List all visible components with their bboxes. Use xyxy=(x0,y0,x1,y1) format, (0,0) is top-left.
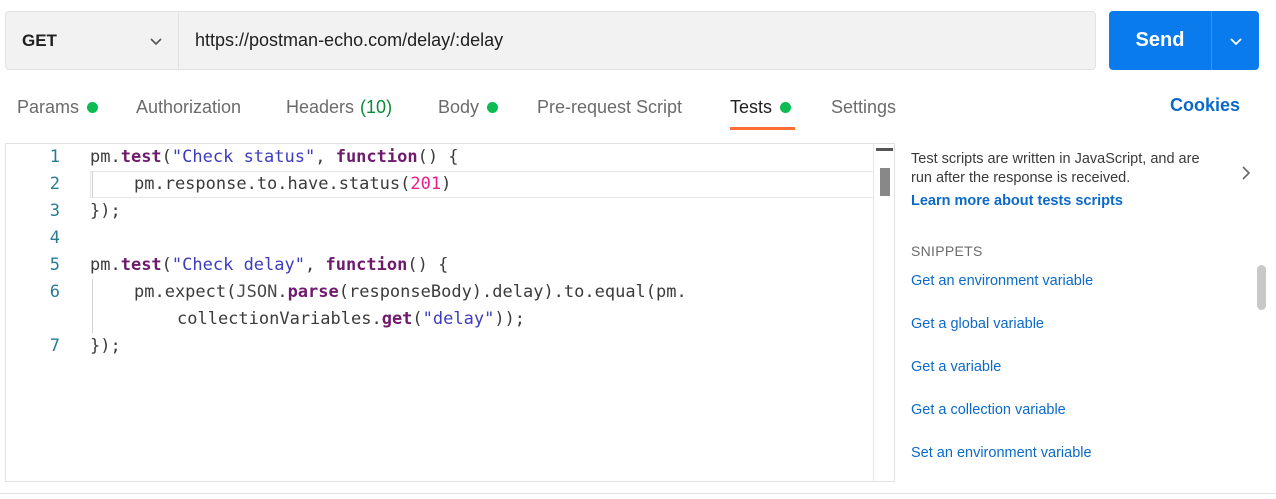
code-line-3: }); xyxy=(90,201,121,221)
status-dot xyxy=(487,101,499,113)
learn-more-link[interactable]: Learn more about tests scripts xyxy=(911,193,1123,209)
code-line-6: pm.expect(JSON.parse(responseBody).delay… xyxy=(134,279,687,306)
code-token: ( xyxy=(161,255,172,275)
status-dot xyxy=(780,101,792,113)
code-token: test xyxy=(120,255,162,275)
tab-pre-request-script[interactable]: Pre-request Script xyxy=(537,95,682,119)
send-options-button[interactable] xyxy=(1212,11,1259,70)
code-line-7: }); xyxy=(90,336,121,356)
code-token: . xyxy=(277,282,288,302)
code-token: pm.expect( xyxy=(134,282,237,302)
active-tab-indicator xyxy=(730,127,795,130)
status-dot xyxy=(87,101,99,113)
code-token: pm. xyxy=(90,147,121,167)
code-token: ( xyxy=(161,147,172,167)
code-token: "delay" xyxy=(422,309,495,329)
tab-params[interactable]: Params xyxy=(17,95,99,119)
code-token: "Check delay" xyxy=(171,255,305,275)
tab-label: Headers xyxy=(286,96,355,117)
send-button-group: Send xyxy=(1109,11,1259,70)
tab-label: Body xyxy=(438,96,480,117)
snippets-heading: SNIPPETS xyxy=(911,243,983,259)
indent-guide xyxy=(92,279,93,333)
snippets-scrollbar[interactable] xyxy=(1255,143,1268,482)
tab-label: Tests xyxy=(730,96,773,117)
code-token: pm. xyxy=(90,255,121,275)
code-token: test xyxy=(120,147,162,167)
code-line-1: pm.test("Check status", function() { xyxy=(90,144,459,171)
chevron-down-icon xyxy=(1229,37,1242,45)
send-button[interactable]: Send xyxy=(1109,11,1211,70)
snippet-item[interactable]: Get an environment variable xyxy=(911,273,1093,289)
url-input[interactable]: https://postman-echo.com/delay/:delay xyxy=(195,12,503,69)
chevron-down-icon xyxy=(150,38,162,46)
snippet-item[interactable]: Get a variable xyxy=(911,359,1001,375)
tab-body[interactable]: Body xyxy=(438,95,499,119)
headers-count: (10) xyxy=(360,96,393,117)
tab-authorization[interactable]: Authorization xyxy=(136,95,241,119)
tab-settings[interactable]: Settings xyxy=(831,95,896,119)
code-token: ( xyxy=(412,309,423,329)
chevron-right-icon[interactable] xyxy=(1239,165,1253,181)
tab-label: Pre-request Script xyxy=(537,96,683,117)
code-token: , xyxy=(315,147,336,167)
code-token: () { xyxy=(417,147,459,167)
method-dropdown[interactable]: GET xyxy=(6,12,179,69)
code-token: function xyxy=(335,147,418,167)
line-number: 7 xyxy=(49,336,60,356)
help-text: Test scripts are written in JavaScript, … xyxy=(911,151,1200,186)
code-line-5: pm.test("Check delay", function() { xyxy=(90,252,448,279)
line-number: 2 xyxy=(49,174,60,194)
code-token: )); xyxy=(494,309,526,329)
code-token: function xyxy=(325,255,408,275)
code-token: JSON xyxy=(236,282,278,302)
tab-label: Authorization xyxy=(136,96,242,117)
snippet-item[interactable]: Get a global variable xyxy=(911,316,1044,332)
code-token: collectionVariables. xyxy=(177,309,382,329)
code-line-6-wrap: collectionVariables.get("delay")); xyxy=(177,306,525,333)
request-bar: GET https://postman-echo.com/delay/:dela… xyxy=(5,11,1096,70)
tab-label: Settings xyxy=(831,96,897,117)
indent-guide xyxy=(92,171,93,198)
code-token: (responseBody).delay).to.equal(pm. xyxy=(338,282,687,302)
code-token: () { xyxy=(407,255,449,275)
code-token: get xyxy=(381,309,413,329)
code-token: , xyxy=(304,255,326,275)
divider xyxy=(0,493,1276,494)
tab-tests[interactable]: Tests xyxy=(730,95,792,119)
code-token: parse xyxy=(287,282,339,302)
cookies-link[interactable]: Cookies xyxy=(1170,95,1240,116)
snippet-item[interactable]: Get a collection variable xyxy=(911,402,1066,418)
line-number: 6 xyxy=(49,282,60,302)
snippet-item[interactable]: Set an environment variable xyxy=(911,445,1092,461)
line-number: 5 xyxy=(49,255,60,275)
code-line-2: pm.response.to.have.status(201) xyxy=(134,171,451,198)
tab-label: Params xyxy=(17,96,80,117)
method-label: GET xyxy=(22,30,57,50)
code-token: pm.response.to.have.status( xyxy=(134,174,411,194)
code-token: "Check status" xyxy=(171,147,316,167)
line-number: 3 xyxy=(49,201,60,221)
scroll-marker xyxy=(876,148,893,151)
line-number: 1 xyxy=(49,147,60,167)
tab-headers[interactable]: Headers (10) xyxy=(286,95,392,119)
code-token: 201 xyxy=(410,174,442,194)
code-token: ) xyxy=(441,174,452,194)
scroll-thumb[interactable] xyxy=(880,168,890,196)
scroll-thumb[interactable] xyxy=(1257,265,1266,310)
line-number: 4 xyxy=(49,228,60,248)
